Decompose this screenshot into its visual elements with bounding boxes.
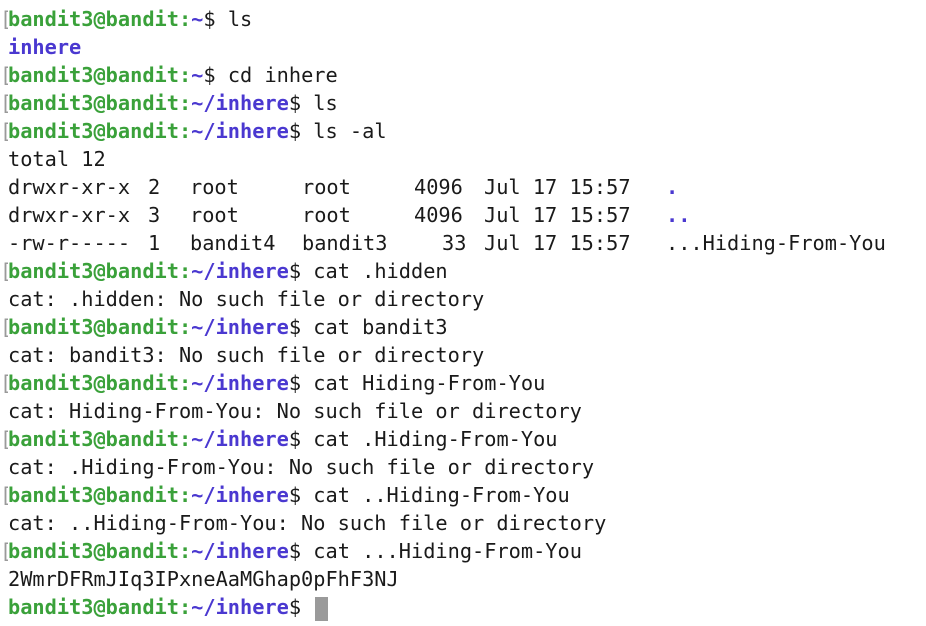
listing-date: Jul 17 15:57	[484, 203, 631, 227]
prompt-path: ~/inhere	[191, 539, 289, 563]
listing-name: ..	[666, 203, 691, 227]
prompt-line: [bandit3@bandit:~/inhere$ ls -al	[0, 119, 387, 143]
listing-group: root	[302, 175, 351, 199]
command-text: cd inhere	[227, 63, 338, 87]
prompt-path: ~/inhere	[191, 595, 289, 619]
listing-links: 2	[148, 175, 161, 199]
listing-row: -rw-r----- 1 bandit4 bandit3 33 Jul 17 1…	[0, 229, 926, 257]
listing-links: 3	[148, 203, 161, 227]
listing-group: root	[302, 203, 351, 227]
prompt-line: [bandit3@bandit:~/inhere$ cat bandit3	[0, 315, 448, 339]
listing-size: 33	[442, 231, 467, 255]
output-line: total 12	[0, 145, 926, 173]
output-line: cat: bandit3: No such file or directory	[0, 341, 926, 369]
command-text: cat ...Hiding-From-You	[313, 539, 582, 563]
terminal-window[interactable]: [bandit3@bandit:~$ ls inhere [bandit3@ba…	[0, 0, 926, 626]
error-message: cat: bandit3: No such file or directory	[8, 343, 485, 367]
listing-row: drwxr-xr-x 3 root root 4096 Jul 17 15:57…	[0, 201, 926, 229]
prompt-user-host: bandit3@bandit	[8, 7, 179, 31]
prompt-path: ~/inhere	[191, 91, 289, 115]
listing-owner: root	[190, 175, 239, 199]
listing-name: ...Hiding-From-You	[666, 231, 886, 255]
listing-row: drwxr-xr-x 2 root root 4096 Jul 17 15:57…	[0, 173, 926, 201]
prompt-user-host: bandit3@bandit	[8, 91, 179, 115]
prompt-line: [bandit3@bandit:~/inhere$ cat ...Hiding-…	[0, 539, 582, 563]
command-text: cat bandit3	[313, 315, 448, 339]
output-line: cat: ..Hiding-From-You: No such file or …	[0, 509, 926, 537]
prompt-path: ~/inhere	[191, 427, 289, 451]
password-output: 2WmrDFRmJIq3IPxneAaMGhap0pFhF3NJ	[8, 567, 399, 591]
listing-links: 1	[148, 231, 161, 255]
listing-date: Jul 17 15:57	[484, 175, 631, 199]
prompt-line: [bandit3@bandit:~/inhere$ cat ..Hiding-F…	[0, 483, 570, 507]
prompt-line: [bandit3@bandit:~/inhere$ cat .Hiding-Fr…	[0, 427, 558, 451]
output-line: cat: Hiding-From-You: No such file or di…	[0, 397, 926, 425]
prompt-line: [bandit3@bandit:~$ cd inhere	[0, 63, 338, 87]
prompt-line: [bandit3@bandit:~/inhere$ cat .hidden	[0, 259, 448, 283]
prompt-path: ~/inhere	[191, 119, 289, 143]
output-line: inhere	[0, 33, 926, 61]
command-text: ls -al	[313, 119, 387, 143]
prompt-path: ~/inhere	[191, 259, 289, 283]
listing-total: total 12	[8, 147, 106, 171]
command-text: cat ..Hiding-From-You	[313, 483, 570, 507]
directory-entry: inhere	[8, 35, 82, 59]
prompt-path: ~/inhere	[191, 371, 289, 395]
prompt-line: [bandit3@bandit:~/inhere$ ls	[0, 91, 338, 115]
prompt-path: ~	[191, 7, 204, 31]
command-text: ls	[227, 7, 253, 31]
prompt-path: ~/inhere	[191, 483, 289, 507]
listing-perms: drwxr-xr-x	[8, 203, 131, 227]
prompt-line: [bandit3@bandit:~$ ls	[0, 7, 253, 31]
prompt-path: ~	[191, 63, 204, 87]
prompt-user-host: bandit3@bandit	[8, 427, 179, 451]
prompt-user-host: bandit3@bandit	[8, 371, 179, 395]
listing-perms: -rw-r-----	[8, 231, 131, 255]
prompt-line: [bandit3@bandit:~/inhere$ cat Hiding-Fro…	[0, 371, 546, 395]
listing-group: bandit3	[302, 231, 388, 255]
listing-size: 4096	[414, 175, 463, 199]
error-message: cat: .Hiding-From-You: No such file or d…	[8, 455, 595, 479]
prompt-user-host: bandit3@bandit	[8, 63, 179, 87]
output-line: 2WmrDFRmJIq3IPxneAaMGhap0pFhF3NJ	[0, 565, 926, 593]
command-text: cat .Hiding-From-You	[313, 427, 558, 451]
listing-owner: root	[190, 203, 239, 227]
listing-owner: bandit4	[190, 231, 276, 255]
error-message: cat: ..Hiding-From-You: No such file or …	[8, 511, 607, 535]
listing-size: 4096	[414, 203, 463, 227]
output-line: cat: .hidden: No such file or directory	[0, 285, 926, 313]
command-text: cat .hidden	[313, 259, 448, 283]
output-line: cat: .Hiding-From-You: No such file or d…	[0, 453, 926, 481]
prompt-user-host: bandit3@bandit	[8, 539, 179, 563]
error-message: cat: Hiding-From-You: No such file or di…	[8, 399, 582, 423]
listing-name: .	[666, 175, 679, 199]
prompt-user-host: bandit3@bandit	[8, 119, 179, 143]
listing-perms: drwxr-xr-x	[8, 175, 131, 199]
text-cursor[interactable]	[315, 596, 329, 621]
prompt-user-host: bandit3@bandit	[8, 259, 179, 283]
listing-date: Jul 17 15:57	[484, 231, 631, 255]
prompt-user-host: bandit3@bandit	[8, 483, 179, 507]
command-text: cat Hiding-From-You	[313, 371, 546, 395]
prompt-user-host: bandit3@bandit	[8, 595, 179, 619]
prompt-path: ~/inhere	[191, 315, 289, 339]
error-message: cat: .hidden: No such file or directory	[8, 287, 485, 311]
prompt-user-host: bandit3@bandit	[8, 315, 179, 339]
active-prompt-line[interactable]: bandit3@bandit:~/inhere$	[0, 593, 926, 621]
command-text: ls	[313, 91, 338, 115]
